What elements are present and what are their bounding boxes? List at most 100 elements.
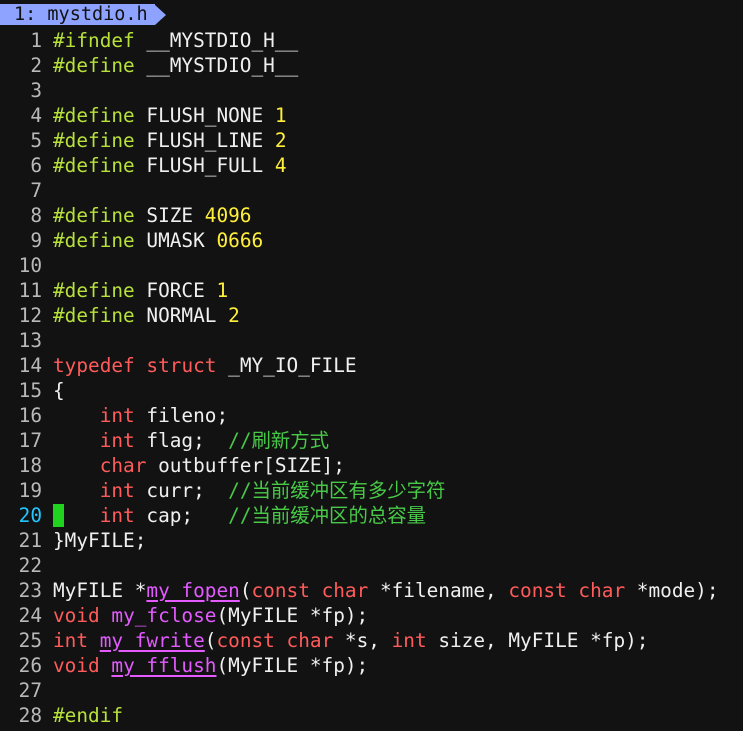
line-number: 14 (18, 354, 42, 377)
token-cm: //当前缓冲区的总容量 (228, 504, 427, 527)
token-plain: _MY_IO_FILE (216, 354, 357, 377)
code-line[interactable]: 9 #define UMASK 0666 (0, 228, 743, 253)
token-fn: my_fclose (111, 604, 217, 627)
token-pp: #define (53, 279, 135, 302)
code-text: #define __MYSTDIO_H__ (53, 53, 298, 78)
code-text: void my_fclose(MyFILE *fp); (53, 603, 368, 628)
code-line[interactable]: 18 char outbuffer[SIZE]; (0, 453, 743, 478)
token-plain: size, MyFILE *fp); (426, 629, 649, 652)
line-number: 22 (18, 554, 42, 577)
code-line[interactable]: 12 #define NORMAL 2 (0, 303, 743, 328)
code-line[interactable]: 17 int flag; //刷新方式 (0, 428, 743, 453)
token-kw: void (53, 604, 100, 627)
token-plain: (MyFILE *fp); (216, 604, 369, 627)
code-text: #define FLUSH_FULL 4 (53, 153, 287, 178)
code-line[interactable]: 26 void my_fflush(MyFILE *fp); (0, 653, 743, 678)
code-line[interactable]: 19 int curr; //当前缓冲区有多少字符 (0, 478, 743, 503)
code-area[interactable]: 1 #ifndef __MYSTDIO_H__ 2 #define __MYSTDIO… (0, 28, 743, 728)
code-text: #define FORCE 1 (53, 278, 228, 303)
line-number: 26 (18, 654, 42, 677)
code-text: typedef struct _MY_IO_FILE (53, 353, 357, 378)
code-line[interactable]: 13 (0, 328, 743, 353)
token-plain: __MYSTDIO_H__ (134, 29, 299, 52)
code-line[interactable]: 28 #endif (0, 703, 743, 728)
token-plain: { (53, 379, 65, 402)
tab-label: 1: mystdio.h (14, 4, 148, 25)
code-text: }MyFILE; (53, 528, 146, 553)
code-line[interactable]: 20 int cap; //当前缓冲区的总容量 (0, 503, 743, 528)
code-text: int flag; //刷新方式 (53, 428, 329, 453)
token-kw: const (251, 579, 310, 602)
code-line[interactable]: 1 #ifndef __MYSTDIO_H__ (0, 28, 743, 53)
line-number: 11 (18, 279, 42, 302)
token-plain: SIZE (134, 204, 205, 227)
code-line[interactable]: 21}MyFILE; (0, 528, 743, 553)
code-line[interactable]: 16 int fileno; (0, 403, 743, 428)
code-line[interactable]: 6 #define FLUSH_FULL 4 (0, 153, 743, 178)
token-kw: typedef (53, 354, 135, 377)
code-text: #define SIZE 4096 (53, 203, 251, 228)
token-plain: FLUSH_LINE (134, 129, 275, 152)
line-number: 24 (18, 604, 42, 627)
token-plain: *filename, (368, 579, 509, 602)
line-number: 9 (30, 229, 42, 252)
code-line[interactable]: 25 int my_fwrite(const char *s, int size,… (0, 628, 743, 653)
code-line[interactable]: 8 #define SIZE 4096 (0, 203, 743, 228)
line-number: 3 (30, 79, 42, 102)
token-pp: #define (53, 304, 135, 327)
code-line[interactable]: 10 (0, 253, 743, 278)
token-plain: FORCE (134, 279, 217, 302)
code-line[interactable]: 23 MyFILE *my_fopen(const char *filename,… (0, 578, 743, 603)
token-fnu: my_fflush (111, 654, 217, 677)
line-number: 10 (18, 254, 42, 277)
tab-mystdio-h[interactable]: 1: mystdio.h (0, 4, 155, 25)
token-plain: FLUSH_FULL (134, 154, 275, 177)
line-number: 4 (30, 104, 42, 127)
token-plain: ( (239, 579, 252, 602)
token-pp: #define (53, 204, 135, 227)
token-num: 2 (274, 129, 287, 152)
code-line[interactable]: 22 (0, 553, 743, 578)
code-line[interactable]: 14 typedef struct _MY_IO_FILE (0, 353, 743, 378)
code-text: char outbuffer[SIZE]; (53, 453, 345, 478)
code-line[interactable]: 2 #define __MYSTDIO_H__ (0, 53, 743, 78)
code-text: #define FLUSH_LINE 2 (53, 128, 287, 153)
line-number: 25 (18, 629, 42, 652)
vim-editor[interactable]: 1: mystdio.h 1 #ifndef __MYSTDIO_H__ 2 #def… (0, 0, 743, 731)
code-line[interactable]: 15 { (0, 378, 743, 403)
code-line[interactable]: 3 (0, 78, 743, 103)
code-line[interactable]: 4 #define FLUSH_NONE 1 (0, 103, 743, 128)
token-kw: int (99, 479, 135, 502)
code-line[interactable]: 27 (0, 678, 743, 703)
line-number: 12 (18, 304, 42, 327)
token-kw: int (53, 629, 89, 652)
code-line[interactable]: 5 #define FLUSH_LINE 2 (0, 128, 743, 153)
token-num: 0666 (216, 229, 264, 252)
line-number: 23 (18, 579, 42, 602)
token-kw: char (99, 454, 147, 477)
token-pp: #endif (53, 704, 124, 727)
line-number: 13 (18, 329, 42, 352)
line-number: 18 (18, 454, 42, 477)
code-line[interactable]: 24 void my_fclose(MyFILE *fp); (0, 603, 743, 628)
line-number: 20 (18, 504, 42, 527)
code-line[interactable]: 11 #define FORCE 1 (0, 278, 743, 303)
token-kw: char (321, 579, 369, 602)
token-kw: const (216, 629, 275, 652)
code-text: #define UMASK 0666 (53, 228, 263, 253)
code-line[interactable]: 7 (0, 178, 743, 203)
code-text: int cap; //当前缓冲区的总容量 (53, 503, 426, 528)
token-plain: outbuffer[SIZE]; (146, 454, 345, 477)
token-plain: (MyFILE *fp); (216, 654, 369, 677)
line-number: 16 (18, 404, 42, 427)
token-pp: #define (53, 154, 135, 177)
token-num: 2 (228, 304, 240, 327)
